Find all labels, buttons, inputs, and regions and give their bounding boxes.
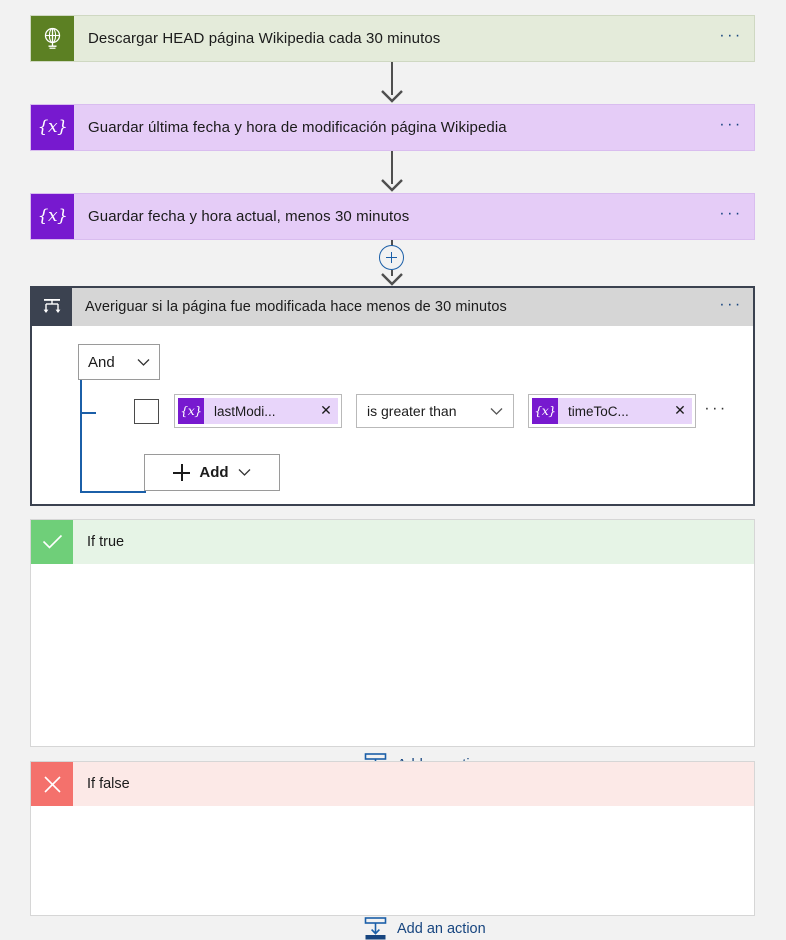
condition-row-menu-button[interactable]: ···	[696, 400, 736, 423]
variable-icon: {x}	[178, 398, 204, 424]
variable-glyph: {x}	[180, 405, 201, 418]
flow-designer-canvas: Descargar HEAD página Wikipedia cada 30 …	[0, 0, 786, 940]
variable-icon: {x}	[31, 105, 74, 150]
logic-operator-dropdown[interactable]: And	[78, 344, 160, 380]
add-an-action-label: Add an action	[397, 921, 486, 937]
branch-label: If false	[73, 762, 754, 806]
remove-token-icon[interactable]: ✕	[668, 403, 692, 419]
flow-step-title: Guardar fecha y hora actual, menos 30 mi…	[74, 194, 708, 239]
plus-icon	[173, 464, 190, 481]
condition-tree-branch-row	[80, 412, 96, 414]
logic-operator-value: And	[88, 354, 115, 371]
branch-body-if-true: Refrescar conjunto de datos en Power BI …	[31, 564, 754, 790]
add-condition-button[interactable]: Add	[144, 454, 280, 491]
flow-step-menu-button[interactable]: ···	[708, 16, 754, 61]
add-an-action-link-if-false[interactable]: Add an action	[363, 916, 486, 940]
dynamic-content-token[interactable]: {x} timeToC... ✕	[532, 398, 692, 424]
remove-token-icon[interactable]: ✕	[314, 403, 338, 419]
condition-right-operand-field[interactable]: {x} timeToC... ✕	[528, 394, 696, 428]
insert-action-icon	[363, 916, 388, 940]
condition-body: And {x} lastModi... ✕	[32, 326, 753, 504]
condition-operator-value: is greater than	[367, 403, 457, 419]
flow-step-condition[interactable]: Averiguar si la página fue modificada ha…	[30, 286, 755, 506]
globe-http-icon	[31, 16, 74, 61]
condition-operator-dropdown[interactable]: is greater than	[356, 394, 514, 428]
condition-tree-branch-add	[80, 491, 146, 493]
flow-step-title: Averiguar si la página fue modificada ha…	[72, 288, 709, 326]
flow-step-trigger-http[interactable]: Descargar HEAD página Wikipedia cada 30 …	[30, 15, 755, 62]
condition-branch-if-false: If false Add an action	[30, 761, 755, 916]
dynamic-content-token[interactable]: {x} lastModi... ✕	[178, 398, 338, 424]
insert-step-button[interactable]	[379, 245, 404, 270]
token-label: lastModi...	[204, 404, 314, 419]
flow-step-title: Descargar HEAD página Wikipedia cada 30 …	[74, 16, 708, 61]
variable-glyph: {x}	[534, 405, 555, 418]
add-condition-label: Add	[199, 464, 228, 481]
chevron-down-icon	[238, 464, 251, 482]
flow-step-menu-button[interactable]: ···	[708, 105, 754, 150]
variable-icon: {x}	[31, 194, 74, 239]
branch-body-if-false: Add an action	[31, 806, 754, 940]
flow-step-menu-button[interactable]: ···	[708, 194, 754, 239]
chevron-down-icon	[490, 403, 503, 419]
condition-header[interactable]: Averiguar si la página fue modificada ha…	[32, 288, 753, 326]
branch-header-if-true: If true	[31, 520, 754, 564]
condition-tree-vertical	[80, 380, 82, 492]
branch-header-if-false: If false	[31, 762, 754, 806]
condition-branch-icon	[32, 288, 72, 326]
condition-row-checkbox[interactable]	[134, 399, 159, 424]
condition-row: {x} lastModi... ✕ is greater than	[134, 394, 736, 428]
chevron-down-icon	[137, 354, 150, 371]
condition-left-operand-field[interactable]: {x} lastModi... ✕	[174, 394, 342, 428]
condition-branch-if-true: If true Refrescar conjunto de datos en P…	[30, 519, 755, 747]
variable-glyph: {x}	[38, 119, 68, 136]
variable-icon: {x}	[532, 398, 558, 424]
checkmark-icon	[31, 520, 73, 564]
flow-step-set-variable-lastmodified[interactable]: {x} Guardar última fecha y hora de modif…	[30, 104, 755, 151]
branch-label: If true	[73, 520, 754, 564]
token-label: timeToC...	[558, 404, 668, 419]
variable-glyph: {x}	[38, 208, 68, 225]
close-x-icon	[31, 762, 73, 806]
flow-step-set-variable-timetocompare[interactable]: {x} Guardar fecha y hora actual, menos 3…	[30, 193, 755, 240]
flow-step-title: Guardar última fecha y hora de modificac…	[74, 105, 708, 150]
flow-step-menu-button[interactable]: ···	[709, 288, 753, 326]
